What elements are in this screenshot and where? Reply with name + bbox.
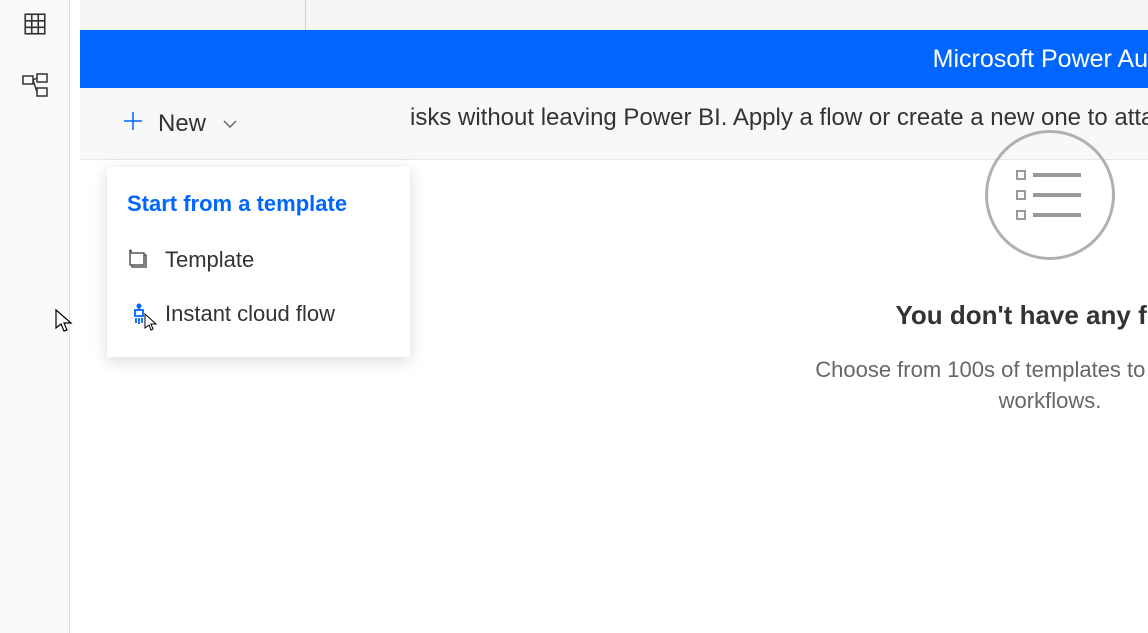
plus-icon: [122, 108, 144, 139]
left-sidebar: [0, 0, 70, 633]
empty-list-icon: [985, 130, 1115, 260]
new-dropdown-menu: Start from a template Template I: [107, 167, 410, 357]
dropdown-item-label: Template: [165, 247, 254, 273]
empty-state-title: You don't have any flows: [780, 300, 1148, 331]
description-text: isks without leaving Power BI. Apply a f…: [410, 104, 1148, 132]
dropdown-item-instant-flow[interactable]: Instant cloud flow: [107, 287, 410, 341]
app-title: Microsoft Power Au: [233, 45, 1148, 74]
chevron-down-icon: [222, 116, 238, 132]
tab-area: [80, 0, 1148, 30]
model-icon[interactable]: [19, 70, 51, 102]
main-area: Microsoft Power Au New Start from a temp…: [80, 0, 1148, 633]
new-button[interactable]: New: [110, 100, 250, 147]
empty-state: You don't have any flows Choose from 100…: [780, 130, 1148, 417]
app-header: Microsoft Power Au: [80, 30, 1148, 88]
new-label: New: [158, 110, 206, 138]
table-icon[interactable]: [19, 8, 51, 40]
instant-flow-icon: [127, 302, 151, 326]
dropdown-header: Start from a template: [107, 183, 410, 233]
dropdown-item-template[interactable]: Template: [107, 233, 410, 287]
dropdown-item-label: Instant cloud flow: [165, 301, 335, 327]
template-icon: [127, 248, 151, 272]
empty-state-subtitle: Choose from 100s of templates to start a…: [780, 355, 1148, 417]
